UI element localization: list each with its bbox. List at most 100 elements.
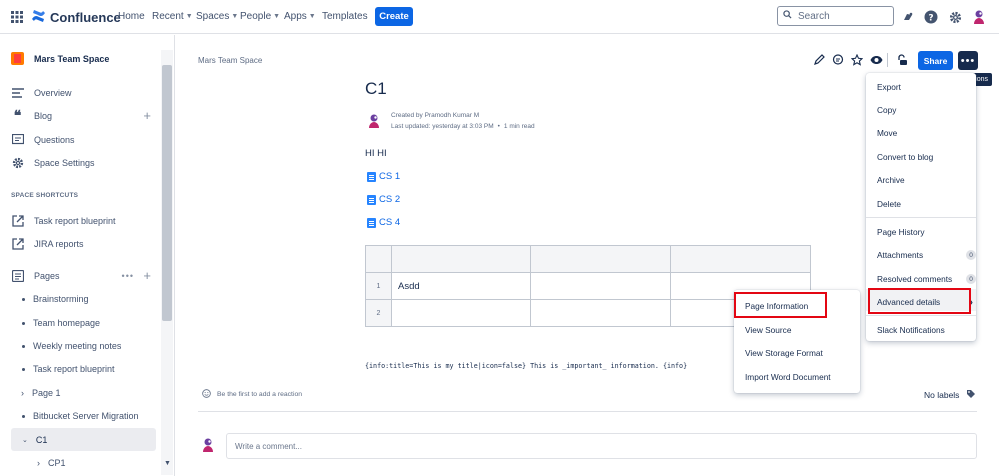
nav-home-label: Home (118, 11, 145, 22)
more-actions-button[interactable]: ••• (958, 51, 978, 70)
edit-pencil-icon[interactable] (811, 52, 827, 68)
table-cell (391, 299, 531, 327)
bullet-icon (22, 297, 25, 301)
tree-item-label: CP1 (48, 458, 66, 468)
last-updated[interactable]: Last updated: yesterday at 3:03 PM (391, 123, 494, 130)
help-icon[interactable]: ? (923, 9, 939, 25)
chevron-right-icon[interactable]: › (21, 388, 24, 398)
comment-input[interactable]: Write a comment... (226, 433, 977, 459)
page-icon (367, 171, 376, 182)
app-switcher-icon[interactable] (10, 10, 24, 24)
menu-divider (866, 217, 976, 218)
labels-section[interactable]: No labels (924, 389, 976, 401)
overview-icon (11, 86, 24, 99)
table-cell (530, 272, 671, 300)
watch-eye-icon[interactable] (868, 52, 884, 68)
tree-item-cp1[interactable]: › CP1 (37, 458, 66, 468)
space-shortcuts-header: SPACE SHORTCUTS (11, 192, 79, 199)
notifications-icon[interactable] (900, 9, 916, 25)
sidebar-item-pages[interactable]: Pages ••• + (11, 268, 151, 283)
nav-spaces[interactable]: Spaces ▼ (196, 11, 238, 22)
create-button[interactable]: Create (375, 7, 413, 26)
star-icon[interactable] (849, 52, 865, 68)
read-time: 1 min read (503, 123, 535, 130)
avatar[interactable] (971, 9, 987, 25)
add-page-icon[interactable]: + (143, 268, 151, 283)
tree-item-label: Page 1 (32, 388, 61, 398)
tree-item-team-homepage[interactable]: Team homepage (22, 318, 100, 328)
sidebar-item-space-settings[interactable]: Space Settings (11, 156, 95, 169)
author-avatar[interactable] (367, 113, 381, 134)
highlight-advanced-details (868, 288, 971, 314)
link-label: CS 4 (379, 217, 401, 228)
sidebar-item-questions[interactable]: Questions (11, 133, 75, 146)
menu-item-attachments[interactable]: Attachments 0 (877, 250, 976, 260)
sidebar-item-overview[interactable]: Overview (11, 86, 72, 99)
resolved-count-badge: 0 (966, 274, 976, 284)
chevron-right-icon[interactable]: › (37, 458, 40, 468)
menu-item-delete[interactable]: Delete (877, 199, 901, 209)
nav-templates-label: Templates (322, 11, 368, 22)
body-text: HI HI (365, 148, 387, 159)
add-blog-icon[interactable]: + (143, 108, 151, 123)
menu-item-page-history[interactable]: Page History (877, 227, 925, 237)
tree-item-page-1[interactable]: › Page 1 (21, 388, 61, 398)
confluence-logo[interactable]: Confluence (31, 9, 121, 26)
child-page-link-cs2[interactable]: CS 2 (367, 194, 400, 205)
menu-item-slack-notifications[interactable]: Slack Notifications (877, 325, 945, 335)
sidebar-item-label: Space Settings (34, 157, 95, 168)
bullet-icon (22, 344, 25, 348)
scroll-down-arrow-icon[interactable]: ▼ (164, 460, 171, 467)
tree-item-label: Brainstorming (33, 294, 89, 304)
tree-item-brainstorming[interactable]: Brainstorming (22, 294, 89, 304)
breadcrumb[interactable]: Mars Team Space (198, 56, 262, 65)
chevron-down-icon[interactable]: ⌄ (22, 436, 28, 444)
more-options-icon[interactable]: ••• (122, 271, 134, 281)
menu-item-convert-to-blog[interactable]: Convert to blog (877, 152, 933, 162)
comment-icon[interactable] (830, 52, 846, 68)
submenu-item-view-source[interactable]: View Source (745, 325, 791, 335)
tree-item-label: Weekly meeting notes (33, 341, 122, 351)
bullet-icon (22, 414, 25, 418)
restrictions-lock-icon[interactable] (894, 52, 910, 68)
shortcut-task-report[interactable]: Task report blueprint (11, 214, 116, 227)
table-cell: Asdd (391, 272, 531, 300)
menu-item-copy[interactable]: Copy (877, 105, 896, 115)
settings-gear-icon[interactable] (947, 9, 963, 25)
submenu-item-view-storage-format[interactable]: View Storage Format (745, 348, 823, 358)
gear-icon (11, 156, 24, 169)
page-meta-line: Last updated: yesterday at 3:03 PM • 1 m… (391, 123, 535, 130)
search-placeholder: Search (798, 10, 830, 22)
space-name: Mars Team Space (34, 53, 110, 64)
external-link-icon (11, 214, 24, 227)
search-input[interactable]: Search (777, 6, 894, 26)
child-page-link-cs1[interactable]: CS 1 (367, 171, 400, 182)
space-sidebar: Mars Team Space Overview ❝ Blog + Questi… (0, 35, 175, 476)
nav-people[interactable]: People ▼ (240, 11, 280, 22)
menu-item-resolved-comments[interactable]: Resolved comments 0 (877, 274, 976, 284)
shortcut-jira-reports[interactable]: JIRA reports (11, 237, 84, 250)
nav-recent[interactable]: Recent ▼ (152, 11, 193, 22)
reaction-prompt[interactable]: Be the first to add a reaction (202, 389, 302, 400)
nav-templates[interactable]: Templates (322, 11, 368, 22)
menu-item-export[interactable]: Export (877, 82, 901, 92)
tree-item-bitbucket-migration[interactable]: Bitbucket Server Migration (22, 411, 139, 421)
nav-home[interactable]: Home (118, 11, 145, 22)
sidebar-item-blog[interactable]: ❝ Blog + (11, 107, 151, 123)
menu-item-archive[interactable]: Archive (877, 175, 905, 185)
search-icon (783, 10, 792, 22)
share-button[interactable]: Share (918, 51, 953, 70)
tree-item-task-report-blueprint[interactable]: Task report blueprint (22, 364, 115, 374)
nav-apps[interactable]: Apps ▼ (284, 11, 316, 22)
menu-item-move[interactable]: Move (877, 128, 897, 138)
space-header[interactable]: Mars Team Space (11, 52, 109, 65)
commenter-avatar (201, 437, 215, 458)
sidebar-item-label: Blog (34, 110, 53, 121)
table-cell (670, 245, 811, 273)
child-page-link-cs4[interactable]: CS 4 (367, 217, 400, 228)
tree-item-c1[interactable]: ⌄ C1 (22, 435, 47, 445)
chevron-down-icon: ▼ (185, 13, 193, 20)
scrollbar-thumb[interactable] (162, 65, 172, 321)
submenu-item-import-word-document[interactable]: Import Word Document (745, 372, 831, 382)
tree-item-weekly-meeting-notes[interactable]: Weekly meeting notes (22, 341, 121, 351)
